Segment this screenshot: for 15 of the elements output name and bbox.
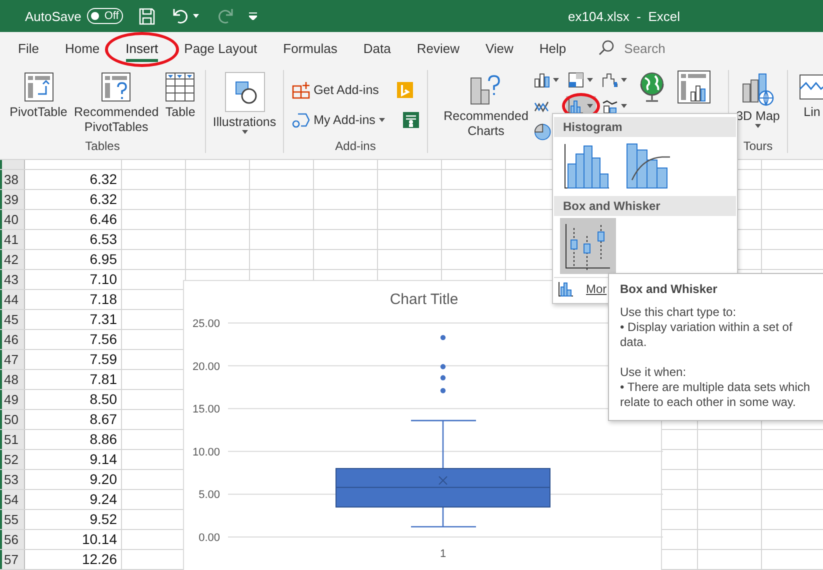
group-label: Add-ins xyxy=(335,139,376,153)
menu-section-header: Histogram xyxy=(554,117,736,137)
chart-title: Chart Title xyxy=(390,291,458,308)
group-label: Tables xyxy=(85,139,120,153)
menu-section-header: Box and Whisker xyxy=(554,196,736,216)
autosave-label: AutoSave xyxy=(25,8,82,24)
axis-label: 20.00 xyxy=(192,360,220,373)
group-label: Tours xyxy=(743,139,773,153)
axis-label: 25.00 xyxy=(192,318,220,330)
axis-label: 5.00 xyxy=(198,489,220,502)
axis-label: 10.00 xyxy=(192,446,220,458)
axis-label: 1 xyxy=(440,548,446,560)
axis-label: 15.00 xyxy=(192,404,220,416)
window-title: ex104.xlsx - Excel xyxy=(568,8,680,24)
axis-label: 0.00 xyxy=(198,532,220,544)
